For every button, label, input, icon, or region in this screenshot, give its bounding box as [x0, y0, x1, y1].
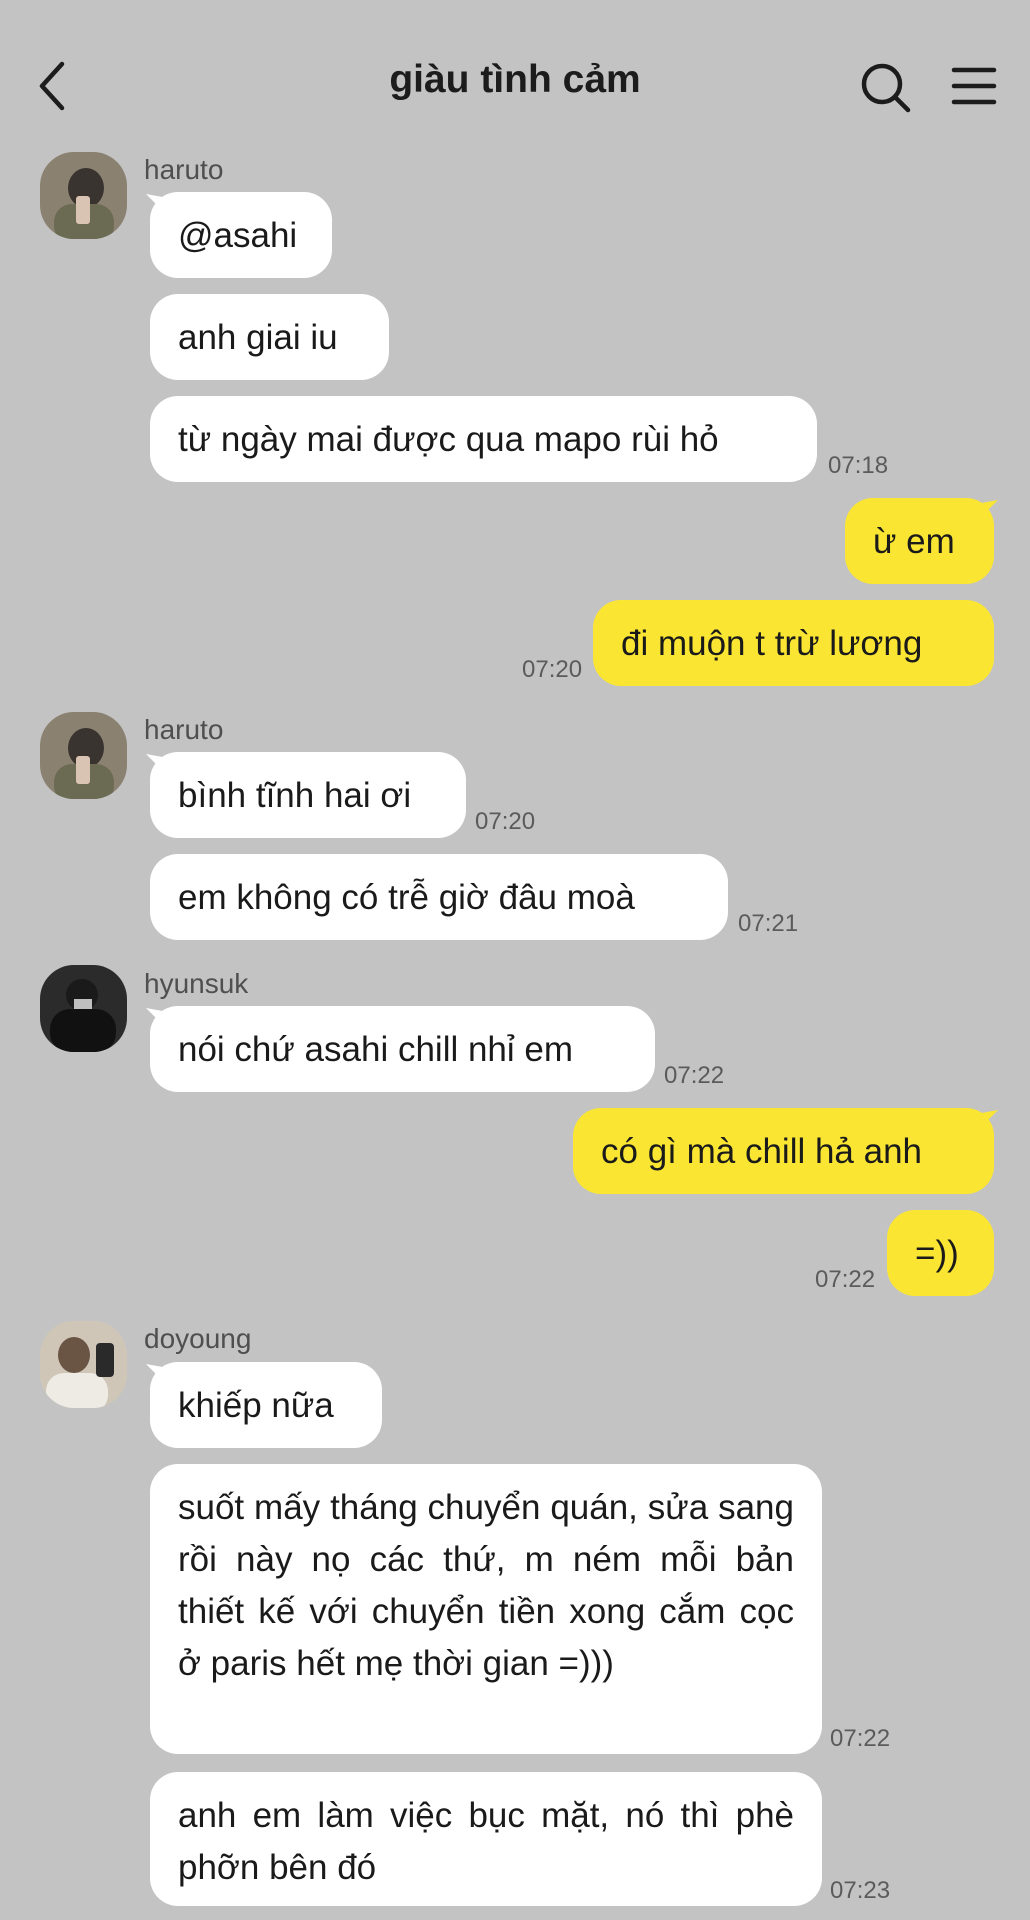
message-time: 07:22: [664, 1062, 725, 1089]
message-bubble[interactable]: nói chứ asahi chill nhỉ em: [150, 1006, 655, 1092]
search-button[interactable]: [858, 60, 914, 116]
message-time: 07:18: [828, 452, 889, 479]
message-text: @asahi: [178, 216, 298, 255]
sender-name: doyoung: [144, 1323, 252, 1354]
message-text: khiếp nữa: [178, 1386, 334, 1425]
message-text: có gì mà chill hả anh: [601, 1132, 923, 1171]
message-text: anh em làm việc bục mặt, nó thì phè phỡn…: [178, 1796, 794, 1887]
message-time: 07:20: [522, 656, 583, 683]
message-bubble[interactable]: có gì mà chill hả anh: [573, 1108, 994, 1194]
message-bubble[interactable]: ừ em: [845, 498, 994, 584]
sender-name: hyunsuk: [144, 968, 249, 999]
message-text: nói chứ asahi chill nhỉ em: [178, 1030, 574, 1069]
message-bubble[interactable]: suốt mấy tháng chuyển quán, sửa sang rồi…: [150, 1464, 822, 1754]
sender-name: haruto: [144, 154, 224, 185]
hamburger-menu-icon: [951, 67, 997, 105]
message-bubble[interactable]: khiếp nữa: [150, 1362, 382, 1448]
avatar-haruto[interactable]: [40, 152, 127, 239]
avatar-hyunsuk[interactable]: [40, 965, 127, 1052]
message-bubble[interactable]: bình tĩnh hai ơi: [150, 752, 466, 838]
message-time: 07:22: [830, 1725, 891, 1752]
message-bubble[interactable]: em không có trễ giờ đâu moà: [150, 854, 728, 940]
message-bubble[interactable]: đi muộn t trừ lương: [593, 600, 994, 686]
message-bubble[interactable]: anh em làm việc bục mặt, nó thì phè phỡn…: [150, 1772, 822, 1906]
message-text: từ ngày mai được qua mapo rùi hỏ: [178, 420, 719, 459]
message-time: 07:20: [475, 808, 536, 835]
message-text: em không có trễ giờ đâu moà: [178, 878, 635, 917]
chat-header: giàu tình cảm: [0, 0, 1030, 140]
message-bubble[interactable]: =)): [887, 1210, 994, 1296]
menu-button[interactable]: [950, 64, 998, 108]
avatar-doyoung[interactable]: [40, 1321, 127, 1408]
message-bubble[interactable]: anh giai iu: [150, 294, 389, 380]
search-icon: [861, 63, 911, 113]
message-text: suốt mấy tháng chuyển quán, sửa sang rồi…: [178, 1488, 794, 1683]
sender-name: haruto: [144, 714, 224, 745]
message-bubble[interactable]: từ ngày mai được qua mapo rùi hỏ: [150, 396, 817, 482]
message-bubble[interactable]: @asahi: [150, 192, 332, 278]
message-time: 07:21: [738, 910, 799, 937]
message-text: ừ em: [873, 522, 955, 561]
message-time: 07:22: [815, 1266, 876, 1293]
message-text: bình tĩnh hai ơi: [178, 776, 412, 815]
message-text: =)): [915, 1234, 959, 1273]
message-text: đi muộn t trừ lương: [621, 624, 923, 663]
avatar-haruto[interactable]: [40, 712, 127, 799]
message-time: 07:23: [830, 1877, 891, 1904]
message-text: anh giai iu: [178, 318, 338, 357]
